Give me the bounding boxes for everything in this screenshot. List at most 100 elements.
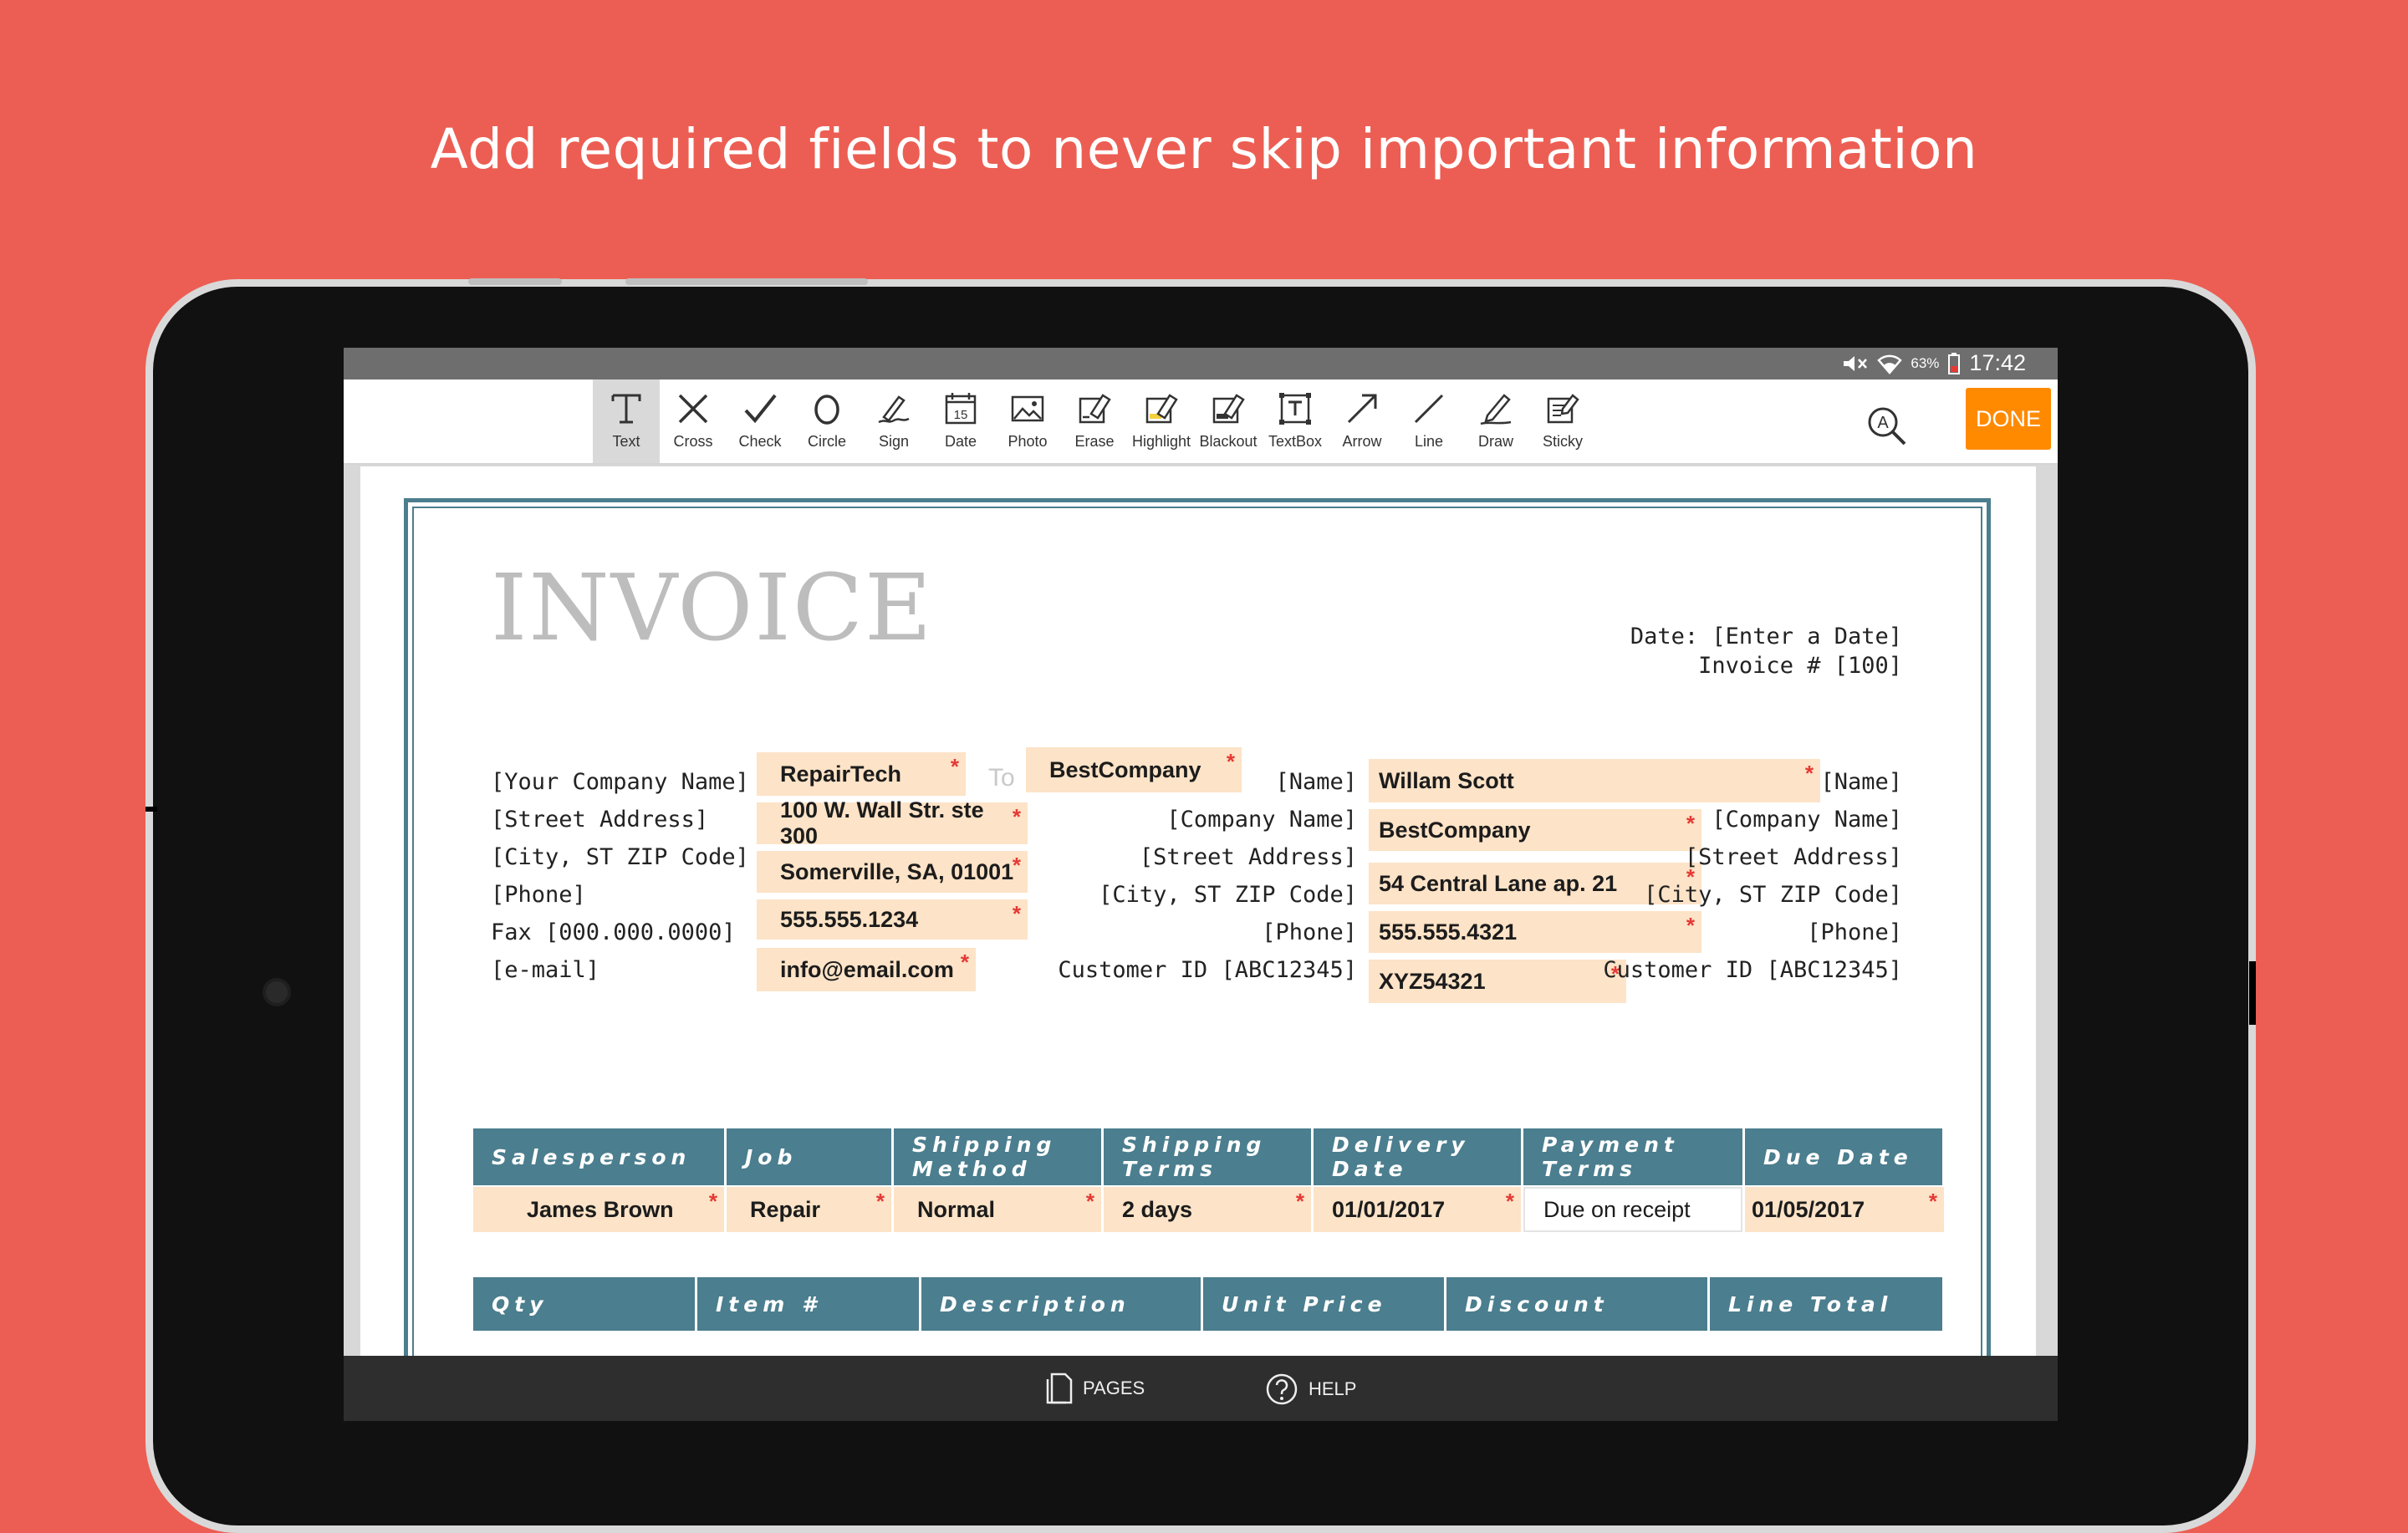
table-header-description: Description <box>921 1277 1201 1331</box>
photo-icon <box>1011 395 1044 422</box>
done-button[interactable]: DONE <box>1966 388 2051 450</box>
annotation-toolbar: Text Cross Check Circle Sign 15 Date Pho… <box>344 379 2058 465</box>
table-header-salesperson: Salesperson <box>473 1128 724 1185</box>
date-icon: 15 <box>945 393 977 425</box>
field-customer-id[interactable]: XYZ54321 * <box>1369 960 1626 1003</box>
tool-check[interactable]: Check <box>727 379 793 463</box>
required-mark: * <box>1012 804 1021 829</box>
battery-percent: 63% <box>1911 354 1940 371</box>
tablet-volume-button <box>468 278 562 285</box>
label-company-right: [Company Name] <box>1712 807 1902 833</box>
tool-textbox[interactable]: TextBox <box>1262 379 1329 463</box>
tool-date[interactable]: 15 Date <box>927 379 994 463</box>
wifi-icon <box>1877 354 1903 374</box>
tool-line[interactable]: Line <box>1395 379 1462 463</box>
required-mark: * <box>960 950 969 975</box>
label-street-right: [Street Address] <box>1684 844 1902 870</box>
tablet-camera <box>263 978 291 1006</box>
field-to-name[interactable]: Willam Scott * <box>1369 759 1820 802</box>
cross-icon <box>678 394 708 424</box>
svg-text:A: A <box>1877 414 1889 432</box>
table-header-item: Item # <box>697 1277 919 1331</box>
tool-circle[interactable]: Circle <box>793 379 860 463</box>
invoice-title: INVOICE <box>491 554 934 661</box>
table-header-unit-price: Unit Price <box>1203 1277 1444 1331</box>
field-street[interactable]: 100 W. Wall Str. ste 300 * <box>757 797 1028 848</box>
line-icon <box>1414 394 1444 424</box>
document-page: INVOICE Date: [Enter a Date] Invoice # [… <box>360 466 2036 1421</box>
field-to-company-name[interactable]: BestCompany * <box>1369 809 1701 851</box>
tool-text[interactable]: Text <box>593 379 660 463</box>
required-mark: * <box>1686 811 1695 836</box>
field-payment-terms[interactable]: Due on receipt <box>1523 1187 1742 1232</box>
field-job[interactable]: Repair * <box>727 1187 891 1232</box>
tool-erase[interactable]: Erase <box>1061 379 1128 463</box>
tool-sticky[interactable]: Sticky <box>1529 379 1596 463</box>
erase-icon <box>1079 394 1111 424</box>
bottom-bar: PAGES HELP <box>344 1356 2058 1421</box>
tool-photo[interactable]: Photo <box>994 379 1061 463</box>
invoice-date: Date: [Enter a Date] <box>1630 624 1902 649</box>
tool-cross[interactable]: Cross <box>660 379 727 463</box>
tablet-side-notch <box>145 807 157 812</box>
tablet-screen: 63% 17:42 Text Cross Check Circle Sign 1… <box>344 348 2058 1421</box>
table-header-delivery-date: Delivery Date <box>1314 1128 1521 1185</box>
field-to-company[interactable]: BestCompany * <box>1026 747 1242 792</box>
text-icon <box>611 394 641 424</box>
field-shipping-terms[interactable]: 2 days * <box>1104 1187 1311 1232</box>
label-street-mid: [Street Address] <box>1139 844 1357 870</box>
tool-sign[interactable]: Sign <box>860 379 927 463</box>
clock: 17:42 <box>1969 350 2026 375</box>
required-mark: * <box>708 1189 717 1214</box>
battery-icon <box>1948 352 1961 374</box>
label-phone: [Phone] <box>491 882 586 908</box>
table-header-shipping-method: Shipping Method <box>894 1128 1101 1185</box>
headline: Add required fields to never skip import… <box>430 117 1978 181</box>
field-to-phone[interactable]: 555.555.4321 * <box>1369 911 1701 953</box>
label-name-right: [Name] <box>1820 769 1902 795</box>
mute-icon <box>1844 355 1868 371</box>
field-company-name[interactable]: RepairTech * <box>757 752 966 796</box>
required-mark: * <box>1012 853 1021 878</box>
field-email[interactable]: info@email.com * <box>757 948 976 991</box>
table-header-job: Job <box>727 1128 891 1185</box>
pages-button[interactable]: PAGES <box>1046 1373 1145 1404</box>
field-phone[interactable]: 555.555.1234 * <box>757 899 1028 940</box>
highlight-icon <box>1145 394 1178 424</box>
required-mark: * <box>1226 749 1235 774</box>
table-header-discount: Discount <box>1446 1277 1707 1331</box>
required-mark: * <box>950 754 959 779</box>
draw-icon <box>1480 394 1512 425</box>
textbox-icon <box>1279 393 1311 425</box>
circle-icon <box>814 395 839 425</box>
required-mark: * <box>1505 1189 1514 1214</box>
label-phone-right: [Phone] <box>1807 919 1902 945</box>
field-salesperson[interactable]: James Brown * <box>473 1187 724 1232</box>
to-label: To <box>988 764 1015 792</box>
sticky-icon <box>1547 394 1579 424</box>
help-icon <box>1266 1373 1298 1405</box>
field-due-date[interactable]: 01/05/2017 * <box>1745 1187 1944 1232</box>
search-text-icon[interactable]: A <box>1863 402 1910 449</box>
field-shipping-method[interactable]: Normal * <box>894 1187 1101 1232</box>
help-button[interactable]: HELP <box>1265 1373 1356 1406</box>
field-city[interactable]: Somerville, SA, 01001 * <box>757 851 1028 893</box>
label-email: [e-mail] <box>491 957 600 983</box>
arrow-icon <box>1347 394 1377 424</box>
field-delivery-date[interactable]: 01/01/2017 * <box>1314 1187 1521 1232</box>
tool-highlight[interactable]: Highlight <box>1128 379 1195 463</box>
pages-icon <box>1046 1373 1073 1404</box>
required-mark: * <box>1295 1189 1304 1214</box>
blackout-icon <box>1212 394 1245 424</box>
tool-arrow[interactable]: Arrow <box>1329 379 1395 463</box>
tool-blackout[interactable]: Blackout <box>1195 379 1262 463</box>
required-mark: * <box>1012 901 1021 926</box>
invoice-number: Invoice # [100] <box>1698 653 1902 679</box>
label-customer-id-mid: Customer ID [ABC12345] <box>1058 957 1357 983</box>
table-header-due-date: Due Date <box>1745 1128 1942 1185</box>
required-mark: * <box>1085 1189 1094 1214</box>
label-company-mid: [Company Name] <box>1166 807 1357 833</box>
label-city: [City, ST ZIP Code] <box>491 844 749 870</box>
label-city-right: [City, ST ZIP Code] <box>1644 882 1902 908</box>
tool-draw[interactable]: Draw <box>1462 379 1529 463</box>
